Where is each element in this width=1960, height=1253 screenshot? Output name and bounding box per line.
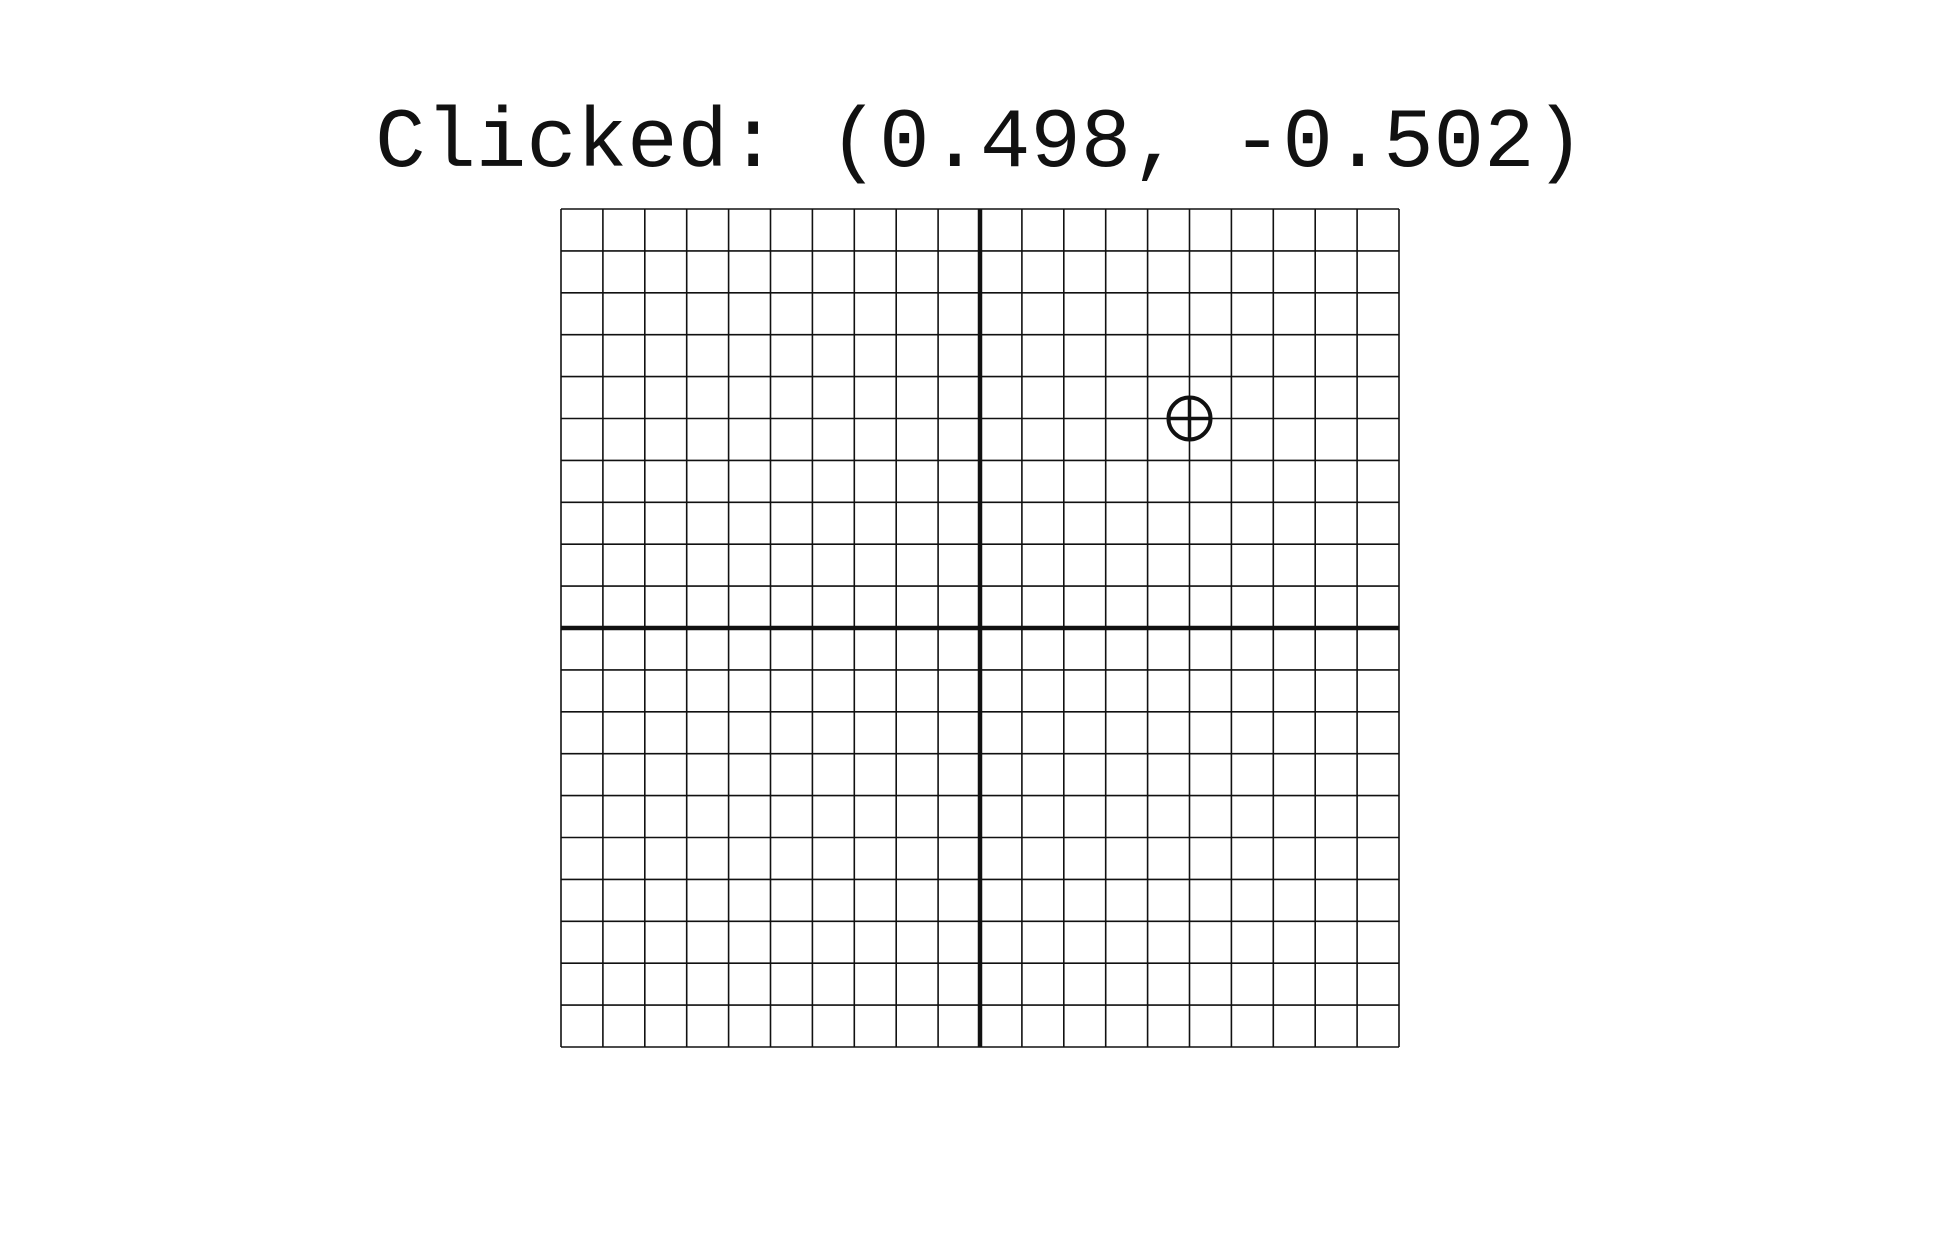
coordinate-plane-container [560, 208, 1400, 1048]
crosshair-circle-icon [1166, 395, 1213, 442]
coordinate-plane[interactable] [560, 208, 1400, 1048]
clicked-coordinates-readout: Clicked: (0.498, -0.502) [375, 97, 1585, 192]
page: Clicked: (0.498, -0.502) [0, 0, 1960, 1253]
